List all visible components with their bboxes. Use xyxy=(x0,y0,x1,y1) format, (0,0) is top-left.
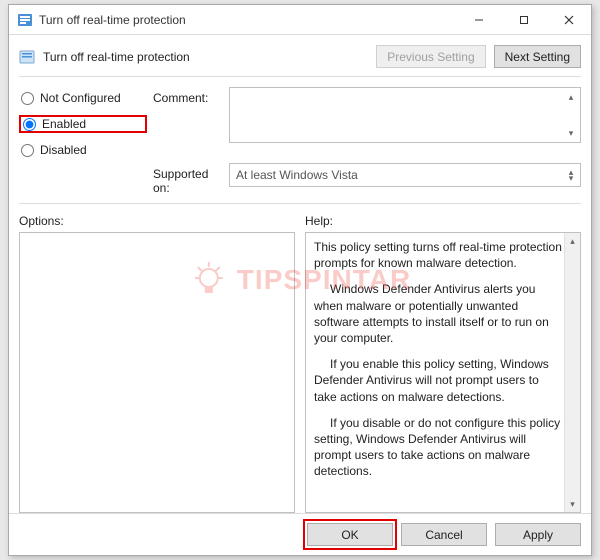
scroll-down-icon[interactable]: ▾ xyxy=(565,496,580,512)
supported-label: Supported on: xyxy=(153,163,223,195)
radio-enabled-input[interactable] xyxy=(23,118,36,131)
maximize-button[interactable] xyxy=(501,5,546,34)
radio-label: Enabled xyxy=(42,117,86,131)
supported-on-value: At least Windows Vista xyxy=(236,168,358,182)
state-radio-group: Not Configured Enabled Disabled xyxy=(19,87,147,159)
cancel-button[interactable]: Cancel xyxy=(401,523,487,546)
scroll-up-icon[interactable]: ▴ xyxy=(564,90,578,104)
help-scrollbar[interactable]: ▴ ▾ xyxy=(564,233,580,512)
help-paragraph: If you enable this policy setting, Windo… xyxy=(314,356,562,405)
radio-disabled[interactable]: Disabled xyxy=(19,141,147,159)
titlebar: Turn off real-time protection xyxy=(9,5,591,35)
config-grid: Not Configured Enabled Disabled Comment:… xyxy=(19,81,581,204)
help-panel: This policy setting turns off real-time … xyxy=(305,232,581,513)
dialog-footer: OK Cancel Apply xyxy=(9,513,591,555)
options-panel[interactable] xyxy=(19,232,295,513)
panels-row: Options: Help: This policy setting turns… xyxy=(19,208,581,513)
options-label: Options: xyxy=(19,214,295,228)
window-title: Turn off real-time protection xyxy=(39,13,456,27)
radio-not-configured-input[interactable] xyxy=(21,92,34,105)
scroll-down-icon[interactable]: ▾ xyxy=(564,171,578,185)
radio-label: Disabled xyxy=(40,143,87,157)
close-button[interactable] xyxy=(546,5,591,34)
policy-icon xyxy=(17,12,33,28)
help-paragraph: Windows Defender Antivirus alerts you wh… xyxy=(314,281,562,346)
previous-setting-button[interactable]: Previous Setting xyxy=(376,45,485,68)
comment-textarea[interactable]: ▴ ▾ xyxy=(229,87,581,143)
radio-disabled-input[interactable] xyxy=(21,144,34,157)
comment-label: Comment: xyxy=(153,87,223,159)
minimize-button[interactable] xyxy=(456,5,501,34)
next-setting-button[interactable]: Next Setting xyxy=(494,45,581,68)
radio-enabled[interactable]: Enabled xyxy=(19,115,147,133)
help-paragraph: This policy setting turns off real-time … xyxy=(314,239,562,271)
supported-on-field: At least Windows Vista ▴ ▾ xyxy=(229,163,581,187)
help-label: Help: xyxy=(305,214,581,228)
ok-button[interactable]: OK xyxy=(307,523,393,546)
help-paragraph: If you disable or do not configure this … xyxy=(314,415,562,480)
header-row: Turn off real-time protection Previous S… xyxy=(19,41,581,77)
scroll-down-icon[interactable]: ▾ xyxy=(564,126,578,140)
policy-editor-window: Turn off real-time protection Turn off r… xyxy=(8,4,592,556)
apply-button[interactable]: Apply xyxy=(495,523,581,546)
radio-label: Not Configured xyxy=(40,91,121,105)
scroll-up-icon[interactable]: ▴ xyxy=(565,233,580,249)
policy-title: Turn off real-time protection xyxy=(43,50,368,64)
radio-not-configured[interactable]: Not Configured xyxy=(19,89,147,107)
content-area: Turn off real-time protection Previous S… xyxy=(9,35,591,513)
policy-small-icon xyxy=(19,49,35,65)
